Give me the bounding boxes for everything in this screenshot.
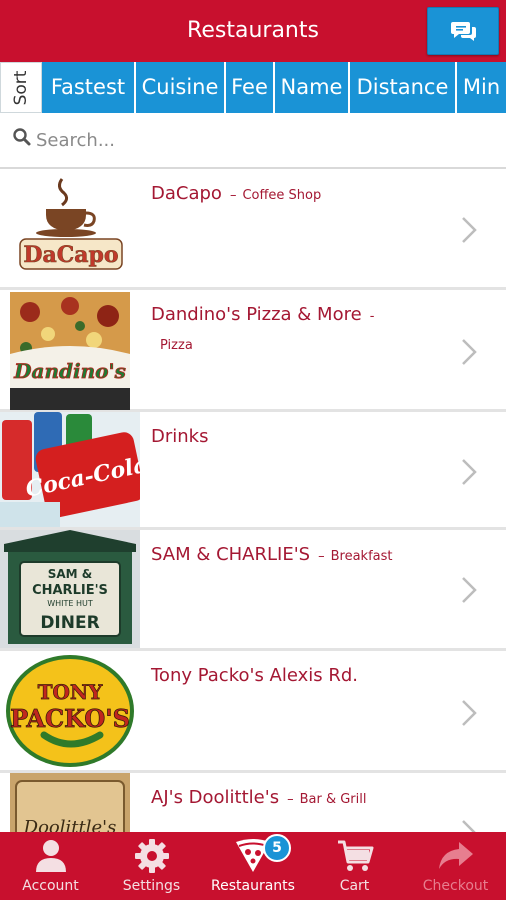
nav-cart[interactable]: Cart [304,832,405,900]
svg-text:WHITE HUT: WHITE HUT [47,599,93,608]
nav-settings[interactable]: Settings [101,832,202,900]
dacapo-coffee-logo: DaCapo [0,169,140,287]
restaurant-name: Drinks [151,426,209,447]
cart-count-badge: 5 [263,834,291,862]
search-bar [0,113,506,169]
svg-text:DINER: DINER [40,613,99,633]
restaurant-row-drinks[interactable]: Coca-Cola Drinks [0,412,506,530]
nav-account[interactable]: Account [0,832,101,900]
ajs-doolittles-sign: Doolittle's [10,773,130,832]
restaurant-cuisine: Coffee Shop [242,188,322,203]
chevron-right-icon [462,577,477,603]
restaurant-row-ajs-doolittles[interactable]: Doolittle's AJ's Doolittle's – Bar & Grill [0,773,506,832]
bottom-nav: Account Settings Restaurants Cart Checko… [0,832,506,900]
search-icon [13,128,31,146]
chat-button[interactable] [427,7,499,55]
restaurant-name: DaCapo – Coffee Shop [151,183,322,204]
tony-packos-logo: TONY PACKO'S [0,651,140,769]
chevron-right-icon [462,820,476,832]
svg-text:SAM &: SAM & [48,567,93,581]
restaurant-list: DaCapo DaCapo – Coffee Shop Dandino's Da… [0,169,506,832]
gear-icon [134,839,169,873]
restaurant-row-sam-charlies[interactable]: SAM & CHARLIE'S WHITE HUT DINER SAM & CH… [0,530,506,651]
coca-cola-cans-photo: Coca-Cola [0,412,140,527]
sam-charlies-diner-sign: SAM & CHARLIE'S WHITE HUT DINER [0,530,140,648]
svg-text:CHARLIE'S: CHARLIE'S [32,583,108,598]
chevron-right-icon [462,339,477,365]
chevron-right-icon [462,217,477,243]
restaurant-name: Tony Packo's Alexis Rd. [151,665,359,686]
dandinos-pizza-photo: Dandino's [10,292,130,410]
cart-icon [337,840,373,871]
restaurant-row-tony-packos[interactable]: TONY PACKO'S Tony Packo's Alexis Rd. [0,651,506,773]
svg-text:PACKO'S: PACKO'S [10,704,130,733]
sort-label: Sort [0,62,42,113]
sort-cuisine-button[interactable]: Cuisine [136,62,226,113]
chat-bubbles-icon [451,22,476,41]
restaurant-cuisine: Pizza [160,338,193,353]
restaurant-cuisine: Bar & Grill [299,792,367,807]
restaurant-row-dacapo[interactable]: DaCapo DaCapo – Coffee Shop [0,169,506,290]
app-header: Restaurants [0,0,506,62]
sort-bar: Sort Fastest Cuisine Fee Name Distance M… [0,62,506,113]
chevron-right-icon [462,459,477,485]
nav-checkout[interactable]: Checkout [405,832,506,900]
svg-text:Dandino's: Dandino's [13,359,126,383]
svg-text:Doolittle's: Doolittle's [23,817,117,832]
person-icon [35,840,66,872]
restaurant-name: Dandino's Pizza & More - [151,304,375,325]
restaurant-name: SAM & CHARLIE'S – Breakfast [151,544,393,565]
restaurant-row-dandinos[interactable]: Dandino's Dandino's Pizza & More - Pizza [0,290,506,412]
sort-fastest-button[interactable]: Fastest [42,62,136,113]
sort-distance-button[interactable]: Distance [350,62,457,113]
restaurant-name: AJ's Doolittle's – Bar & Grill [151,787,367,808]
sort-name-button[interactable]: Name [275,62,350,113]
sort-fee-button[interactable]: Fee [226,62,275,113]
restaurant-cuisine: Breakfast [330,549,393,564]
sort-min-button[interactable]: Min [457,62,506,113]
share-arrow-icon [438,842,473,869]
search-input[interactable] [36,123,496,157]
svg-text:TONY: TONY [38,680,104,704]
svg-text:DaCapo: DaCapo [23,242,118,268]
sort-label-text: Sort [11,70,31,105]
chevron-right-icon [462,700,477,726]
